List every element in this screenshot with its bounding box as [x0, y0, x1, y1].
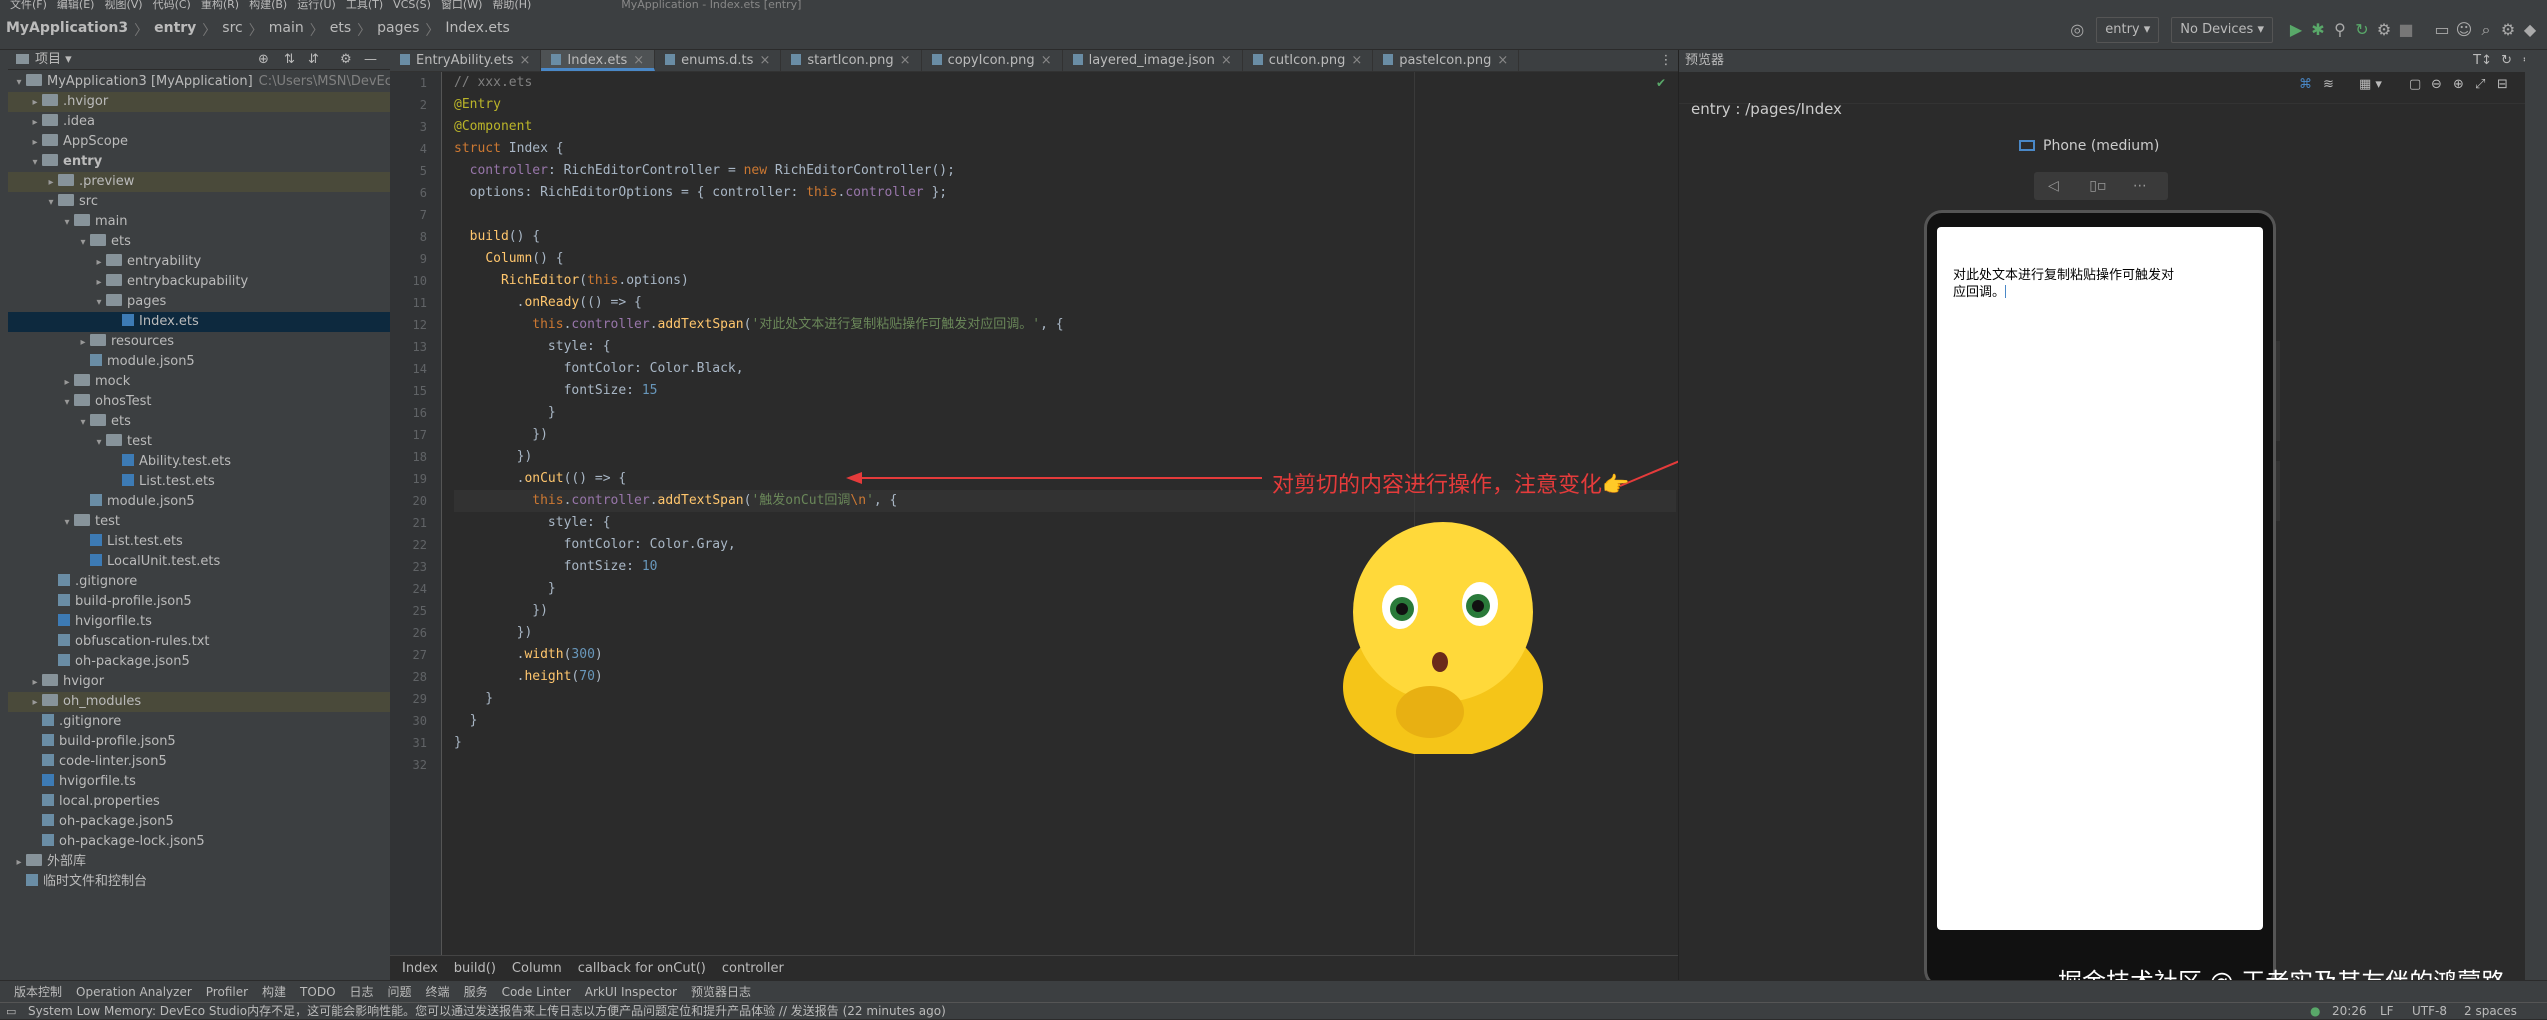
line-ending[interactable]: LF — [2380, 1003, 2394, 1020]
tool-tab[interactable]: 构建 — [262, 981, 286, 1002]
status-message[interactable]: System Low Memory: DevEco Studio内存不足，这可能… — [28, 1003, 946, 1020]
tool-tab[interactable]: 问题 — [388, 981, 412, 1002]
back-icon[interactable]: ◁ — [2048, 178, 2059, 194]
phone-frame: 对此处文本进行复制粘贴操作可触发对 应回调。 — [1924, 210, 2280, 988]
tool-tab[interactable]: Code Linter — [502, 981, 571, 1002]
zoom-out-icon[interactable]: ⊖ — [2431, 77, 2442, 92]
device-name: Phone (medium) — [2019, 138, 2159, 154]
rotate-icon[interactable]: ▯▫ — [2089, 178, 2106, 194]
refresh-icon[interactable]: ↻ — [2501, 50, 2512, 72]
rich-editor-line-2: 应回调。 — [1953, 285, 2006, 300]
status-dot-icon: ● — [2310, 1004, 2321, 1018]
tool-tab[interactable]: 版本控制 — [14, 981, 62, 1002]
font-size-icon[interactable]: T↕ — [2473, 50, 2492, 72]
previewer-panel: 预览器 T↕ ↻ ⚙ entry : /pages/Index ⌘ ≋ ▦ ▾ … — [1678, 50, 2547, 988]
tool-tab[interactable]: Operation Analyzer — [76, 981, 192, 1002]
bottom-tool-tabs: 版本控制 Operation Analyzer Profiler 构建 TODO 日志 问题… — [0, 980, 2547, 1002]
frame-icon[interactable]: ▢ — [2409, 77, 2421, 92]
tool-tab[interactable]: 日志 — [350, 981, 374, 1002]
layers-icon[interactable]: ≋ — [2323, 77, 2334, 92]
caret-position[interactable]: 20:26 — [2332, 1003, 2367, 1020]
rich-editor[interactable]: 对此处文本进行复制粘贴操作可触发对 应回调。 — [1953, 267, 2193, 301]
fit-icon[interactable]: ⤢ — [2475, 77, 2485, 92]
file-encoding[interactable]: UTF-8 — [2412, 1003, 2447, 1020]
tool-tab[interactable]: 服务 — [464, 981, 488, 1002]
tool-tab[interactable]: Profiler — [206, 981, 248, 1002]
tool-tab[interactable]: TODO — [300, 981, 335, 1002]
annotation-text: 对剪切的内容进行操作，注意变化👉 — [1272, 473, 1630, 498]
more-icon[interactable]: ⋯ — [2133, 178, 2147, 194]
rich-editor-line-1: 对此处文本进行复制粘贴操作可触发对 — [1953, 268, 2175, 283]
device-controls: ◁ ▯▫ ⋯ — [2034, 172, 2168, 200]
grid-icon[interactable]: ▦ ▾ — [2359, 77, 2382, 92]
text-cursor — [2005, 285, 2007, 298]
preview-page-path: entry : /pages/Index — [1691, 100, 1842, 118]
tool-tab[interactable]: ArkUI Inspector — [585, 981, 677, 1002]
status-icon: ▭ — [6, 1005, 17, 1018]
arrow-to-code-head — [846, 472, 862, 484]
inspector-icon[interactable]: ⌘ — [2299, 77, 2312, 92]
previewer-title: 预览器 — [1685, 53, 1725, 68]
tool-tab[interactable]: 终端 — [426, 981, 450, 1002]
previewer-toolbar: entry : /pages/Index ⌘ ≋ ▦ ▾ ▢ ⊖ ⊕ ⤢ ⊟ — [1679, 72, 2547, 118]
zoom-in-icon[interactable]: ⊕ — [2453, 77, 2464, 92]
device-name-label: Phone (medium) — [2043, 138, 2160, 154]
status-bar: ▭ System Low Memory: DevEco Studio内存不足，这… — [0, 1002, 2547, 1019]
volume-button — [2276, 461, 2280, 521]
tool-tab[interactable]: 预览器日志 — [691, 981, 751, 1002]
right-tool-strip — [2525, 50, 2547, 980]
phone-screen[interactable]: 对此处文本进行复制粘贴操作可触发对 应回调。 — [1937, 227, 2263, 930]
phone-icon — [2019, 140, 2035, 151]
indent-setting[interactable]: 2 spaces — [2464, 1003, 2517, 1020]
previewer-header: 预览器 T↕ ↻ ⚙ — [1679, 50, 2547, 72]
power-button — [2276, 341, 2280, 441]
mascot-sticker — [1343, 522, 1543, 754]
split-icon[interactable]: ⊟ — [2497, 77, 2508, 92]
